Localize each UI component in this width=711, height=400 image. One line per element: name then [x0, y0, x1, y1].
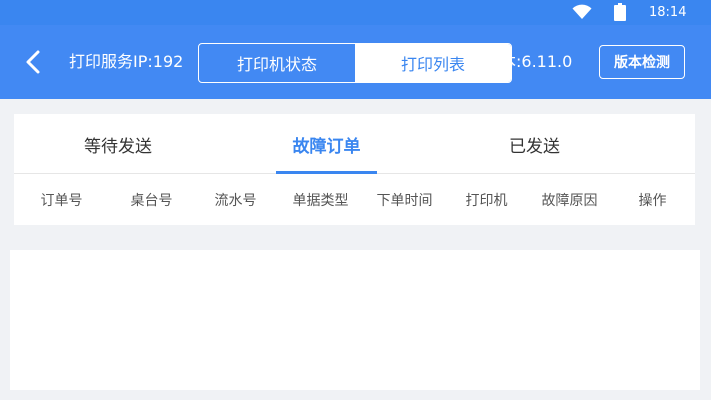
order-list-empty: [10, 250, 700, 390]
column-table-no: 桌台号: [130, 193, 173, 209]
order-tabs: 等待发送 故障订单 已发送: [14, 114, 695, 174]
battery-icon: [614, 3, 626, 21]
version-label: 本:6.11.0: [500, 52, 573, 71]
server-ip-label: 打印服务IP:192: [69, 52, 184, 71]
order-panel: 等待发送 故障订单 已发送 订单号 桌台号 流水号 单据类型 下单时间 打印机 …: [14, 114, 695, 225]
segment-print-list[interactable]: 打印列表: [355, 44, 511, 82]
column-receipt-type: 单据类型: [292, 193, 349, 209]
tab-failed-orders[interactable]: 故障订单: [226, 114, 427, 174]
column-action: 操作: [638, 193, 667, 209]
view-segmented-control: 打印机状态 打印列表: [198, 43, 512, 83]
wifi-icon: [572, 4, 592, 19]
table-header: 订单号 桌台号 流水号 单据类型 下单时间 打印机 故障原因 操作: [14, 175, 695, 225]
chevron-left-icon[interactable]: [18, 47, 48, 77]
column-serial-no: 流水号: [214, 193, 257, 209]
column-order-time: 下单时间: [376, 193, 433, 209]
clock: 18:14: [649, 5, 687, 20]
active-tab-indicator: [276, 171, 377, 174]
segment-printer-status[interactable]: 打印机状态: [199, 44, 355, 82]
column-order-no: 订单号: [40, 193, 83, 209]
version-check-button[interactable]: 版本检测: [599, 45, 685, 79]
app-header: 打印服务IP:192 本:6.11.0 打印机状态 打印列表 版本检测: [0, 25, 711, 99]
status-bar: 18:14: [0, 0, 711, 25]
tab-pending[interactable]: 等待发送: [14, 114, 222, 174]
tab-sent[interactable]: 已发送: [434, 114, 635, 174]
column-printer: 打印机: [465, 193, 508, 209]
column-failure-reason: 故障原因: [541, 193, 598, 209]
